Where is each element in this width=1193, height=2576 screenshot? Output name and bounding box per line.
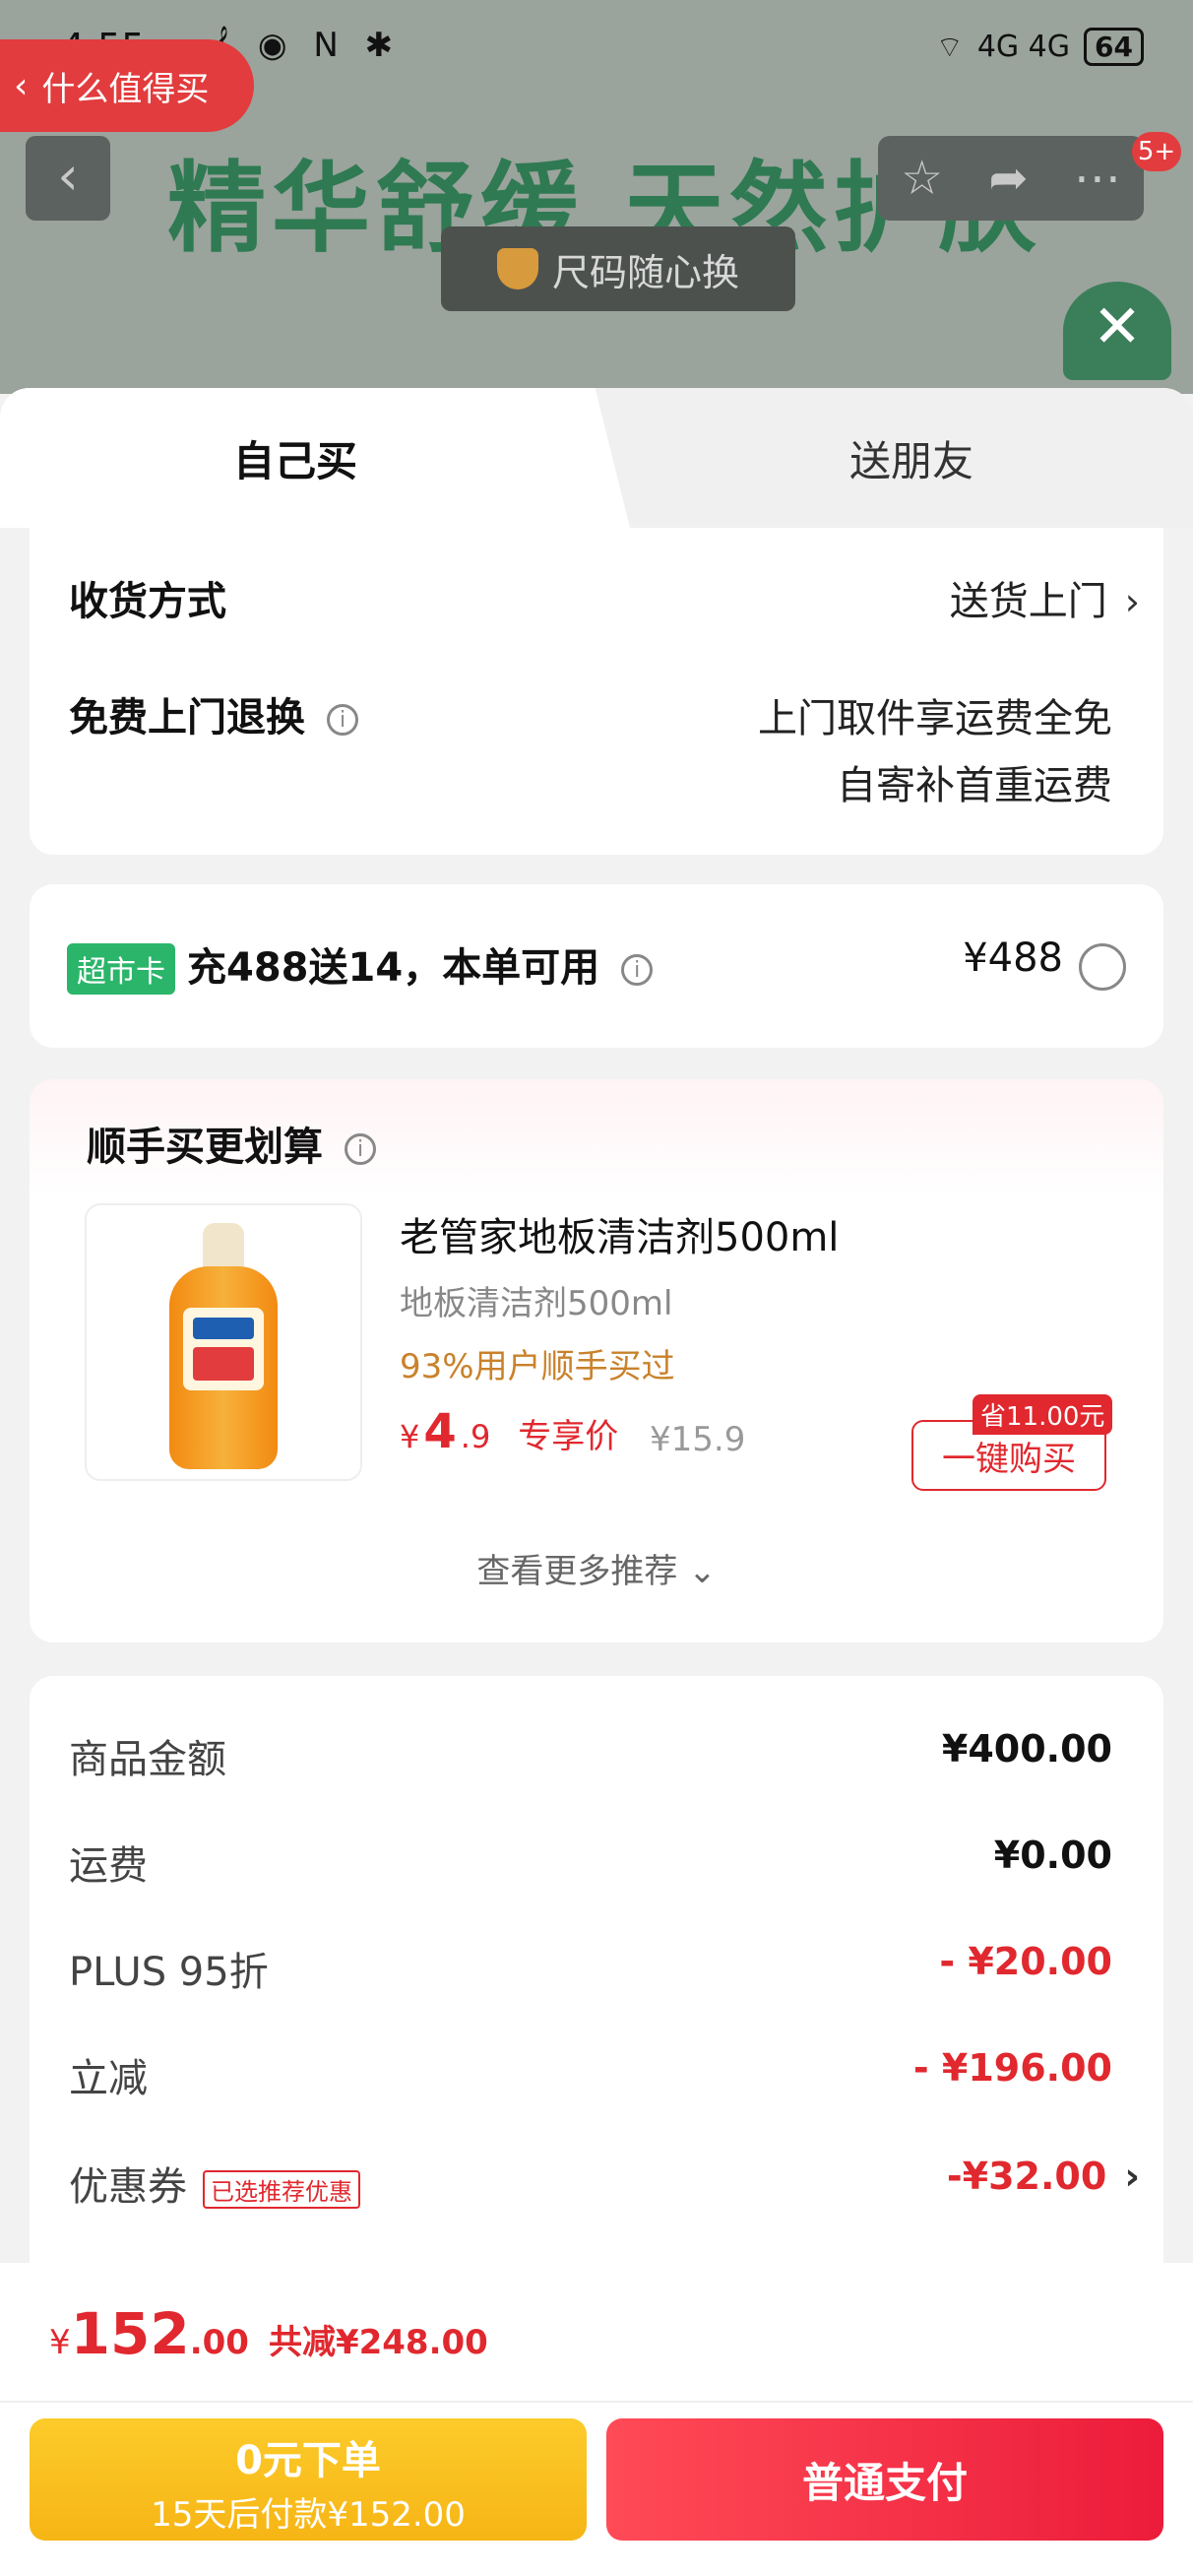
bill-value: -¥32.00 › bbox=[947, 2155, 1140, 2198]
chevron-right-icon: › bbox=[1124, 580, 1140, 623]
info-icon[interactable]: i bbox=[345, 1133, 376, 1165]
product-subtitle: 地板清洁剂500ml bbox=[400, 1284, 673, 1323]
bill-label: 商品金额 bbox=[69, 1737, 226, 1782]
order-total: ¥ 152 .00 共减¥248.00 bbox=[49, 2300, 488, 2367]
info-icon[interactable]: i bbox=[327, 704, 358, 736]
coupon-label: 优惠券 bbox=[69, 2164, 187, 2210]
status-right-group: ⌔ 4G 4G 64 bbox=[936, 28, 1144, 66]
bill-row-coupon[interactable]: 优惠券 已选推荐优惠 -¥32.00 › bbox=[69, 2155, 1140, 2214]
recommendation-title-text: 顺手买更划算 bbox=[87, 1125, 323, 1170]
market-card-price: ¥488 bbox=[963, 935, 1063, 981]
coupon-value: -¥32.00 bbox=[946, 2155, 1107, 2198]
bill-card: 商品金额 ¥400.00 运费 ¥0.00 PLUS 95折 - ¥20.00 … bbox=[30, 1676, 1163, 2306]
bill-row-plus-discount: PLUS 95折 - ¥20.00 bbox=[69, 1940, 1112, 1999]
price-symbol: ¥ bbox=[400, 1418, 420, 1455]
bill-label: PLUS 95折 bbox=[69, 1950, 269, 1995]
wifi-icon: ⌔ bbox=[935, 30, 964, 65]
chevron-left-icon: ‹ bbox=[14, 65, 29, 106]
tab-gift-friend[interactable]: 送朋友 bbox=[630, 388, 1193, 528]
total-discount: 共减¥248.00 bbox=[268, 2323, 488, 2362]
free-return-value: 上门取件享运费全免 自寄补首重运费 bbox=[758, 685, 1112, 819]
notification-badge: 5+ bbox=[1132, 132, 1181, 171]
close-icon[interactable]: ✕ bbox=[1063, 282, 1171, 380]
checkout-sheet: 送朋友 自己买 收货方式 送货上门 › 免费上门退换 i 上门取件享运费全免 自寄补… bbox=[0, 388, 1193, 2576]
bill-value: - ¥20.00 bbox=[939, 1940, 1112, 1983]
size-exchange-chip: 尺码随心换 bbox=[441, 226, 795, 311]
back-to-app-label: 什么值得买 bbox=[41, 69, 210, 109]
product-name[interactable]: 老管家地板清洁剂500ml bbox=[400, 1205, 839, 1262]
market-card-offer: 充488送14，本单可用 bbox=[187, 945, 600, 991]
delivery-card: 收货方式 送货上门 › 免费上门退换 i 上门取件享运费全免 自寄补首重运费 bbox=[30, 528, 1163, 855]
pay-later-subtitle: 15天后付款¥152.00 bbox=[151, 2495, 466, 2535]
recommendation-card: 顺手买更划算 i 老管家地板清洁剂500ml 地板清洁剂500ml 93%用户顺手… bbox=[30, 1079, 1163, 1642]
more-icon[interactable]: ⋯ bbox=[1074, 151, 1121, 206]
market-card-text: 充488送14，本单可用 i bbox=[187, 935, 654, 993]
delivery-method-value[interactable]: 送货上门 › bbox=[950, 569, 1140, 626]
back-button[interactable]: ‹ bbox=[26, 136, 110, 221]
coupon-tag: 已选推荐优惠 bbox=[203, 2169, 360, 2209]
free-return-line1: 上门取件享运费全免 bbox=[758, 696, 1112, 741]
delivery-method-text: 送货上门 bbox=[949, 579, 1107, 624]
product-image[interactable] bbox=[85, 1203, 362, 1481]
purchase-tabs: 送朋友 自己买 bbox=[0, 388, 1193, 528]
info-icon[interactable]: i bbox=[621, 954, 654, 986]
background-page: 精华舒缓 天然护肤 4:55 𝄞 ◉ N ✱ ⌔ 4G 4G 64 ‹ 什么值得… bbox=[0, 0, 1193, 394]
recommendation-title: 顺手买更划算 i bbox=[87, 1115, 376, 1172]
price-decimal: .9 bbox=[460, 1418, 491, 1455]
bill-value: ¥400.00 bbox=[941, 1727, 1112, 1771]
market-card[interactable]: 超市卡 充488送14，本单可用 i ¥488 bbox=[30, 884, 1163, 1048]
star-icon[interactable]: ☆ bbox=[901, 151, 943, 206]
market-card-radio[interactable] bbox=[1079, 943, 1126, 991]
chevron-right-icon: › bbox=[1124, 2155, 1140, 2198]
bill-row-shipping: 运费 ¥0.00 bbox=[69, 1834, 1112, 1893]
original-price: ¥15.9 bbox=[650, 1420, 746, 1459]
battery-icon: 64 bbox=[1084, 28, 1144, 66]
normal-pay-button[interactable]: 普通支付 bbox=[606, 2418, 1163, 2541]
total-integer: 152 bbox=[70, 2300, 190, 2367]
signal-icon: 4G 4G bbox=[976, 30, 1071, 64]
page-actions: ☆ ➦ ⋯ bbox=[878, 136, 1144, 221]
save-badge: 省11.00元 bbox=[973, 1394, 1113, 1435]
free-return-label: 免费上门退换 i bbox=[69, 685, 358, 742]
checkout-footer: ¥ 152 .00 共减¥248.00 0元下单 15天后付款¥152.00 普… bbox=[0, 2263, 1193, 2576]
product-tip: 93%用户顺手买过 bbox=[400, 1347, 675, 1386]
bill-row-subtotal: 商品金额 ¥400.00 bbox=[69, 1727, 1112, 1786]
bill-value: ¥0.00 bbox=[993, 1834, 1112, 1877]
total-symbol: ¥ bbox=[49, 2323, 71, 2362]
bill-label: 优惠券 已选推荐优惠 bbox=[69, 2155, 360, 2212]
bill-label: 立减 bbox=[69, 2056, 148, 2101]
pay-later-title: 0元下单 bbox=[235, 2438, 381, 2483]
share-icon[interactable]: ➦ bbox=[988, 151, 1028, 206]
divider bbox=[0, 2401, 1193, 2403]
tab-self-buy[interactable]: 自己买 bbox=[0, 388, 591, 528]
free-return-line2: 自寄补首重运费 bbox=[837, 763, 1112, 808]
total-decimal: .00 bbox=[189, 2323, 249, 2362]
cleaner-bottle-icon bbox=[169, 1223, 278, 1469]
price-integer: 4 bbox=[423, 1404, 457, 1459]
more-recommendations-link[interactable]: 查看更多推荐 ⌄ bbox=[30, 1544, 1163, 1592]
product-price: ¥ 4 .9 专享价 bbox=[400, 1404, 618, 1459]
delivery-method-label: 收货方式 bbox=[69, 579, 226, 624]
free-return-text: 免费上门退换 bbox=[69, 695, 305, 741]
exclusive-price-label: 专享价 bbox=[518, 1417, 619, 1456]
shield-icon bbox=[496, 248, 538, 290]
pay-later-button[interactable]: 0元下单 15天后付款¥152.00 bbox=[30, 2418, 587, 2541]
bill-label: 运费 bbox=[69, 1843, 148, 1889]
bill-value: - ¥196.00 bbox=[912, 2046, 1112, 2090]
market-card-tag: 超市卡 bbox=[67, 943, 175, 995]
back-to-app-button[interactable]: ‹ 什么值得买 bbox=[0, 39, 254, 132]
size-exchange-text: 尺码随心换 bbox=[551, 250, 739, 294]
bill-row-instant-discount: 立减 - ¥196.00 bbox=[69, 2046, 1112, 2105]
